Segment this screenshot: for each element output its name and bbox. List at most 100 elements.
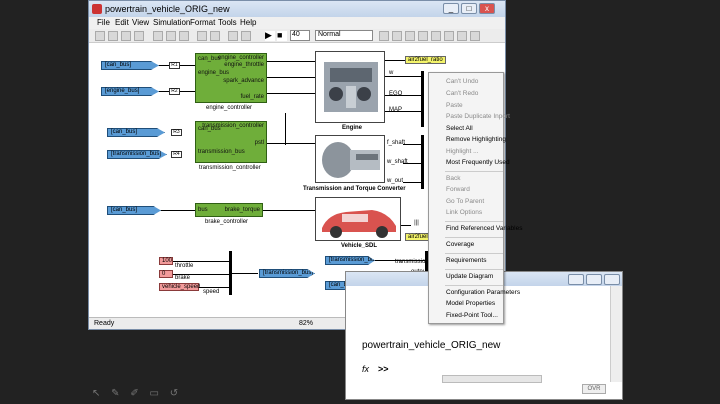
paste-icon[interactable] <box>179 31 189 41</box>
goto-tag-small[interactable]: ||| <box>411 220 422 228</box>
eraser-icon[interactable]: ▭ <box>150 388 159 399</box>
menu-configuration-parameters[interactable]: Configuration Parameters <box>446 289 520 296</box>
save-icon[interactable] <box>121 31 131 41</box>
library-icon[interactable] <box>228 31 238 41</box>
stateflow-icon[interactable] <box>444 31 454 41</box>
close-button[interactable]: x <box>479 3 495 14</box>
undo-annotation-icon[interactable]: ↺ <box>170 388 178 399</box>
menu-find-referenced-variables[interactable]: Find Referenced Variables <box>446 225 522 232</box>
build-icon[interactable] <box>379 31 389 41</box>
transmission-label: Transmission and Torque Converter <box>303 186 406 192</box>
cmd-vertical-scrollbar[interactable] <box>610 286 622 382</box>
goto-air2fuel[interactable]: air2fuel <box>405 233 431 241</box>
coverage-icon[interactable] <box>470 31 480 41</box>
engine-block[interactable] <box>315 51 385 123</box>
menu-update-diagram[interactable]: Update Diagram <box>446 273 493 280</box>
fx-icon[interactable]: fx <box>362 364 369 374</box>
annotation-toolbar: ↖ ✎ ✐ ▭ ↺ <box>92 388 186 399</box>
cmd-close-button[interactable] <box>604 274 620 285</box>
menu-view[interactable]: View <box>132 18 149 27</box>
transmission-controller-block[interactable]: can_bus transmission_bus transmission_co… <box>195 121 267 163</box>
cmd-maximize-button[interactable] <box>586 274 602 285</box>
from-transmission-bus[interactable]: [transmission_bus] <box>325 256 375 265</box>
trans-port-w-out: w_out <box>387 178 404 184</box>
menu-highlight: Highlight ... <box>446 148 479 155</box>
copy-icon[interactable] <box>166 31 176 41</box>
bus-selector-1[interactable]: R1 <box>169 62 180 69</box>
menu-requirements[interactable]: Requirements <box>446 257 486 264</box>
minimize-button[interactable]: _ <box>443 3 459 14</box>
menu-select-all[interactable]: Select All <box>446 125 473 132</box>
sim-mode-select[interactable]: Normal <box>315 30 373 41</box>
menu-remove-highlighting[interactable]: Remove Highlighting <box>446 136 506 143</box>
undo-icon[interactable] <box>197 31 207 41</box>
stop-time-input[interactable]: 40 <box>290 30 310 41</box>
stop-icon[interactable]: ■ <box>277 31 287 41</box>
menu-edit[interactable]: Edit <box>115 18 129 27</box>
cmd-horizontal-scrollbar[interactable] <box>442 375 542 383</box>
maximize-button[interactable]: □ <box>461 3 477 14</box>
inport-can-bus-2[interactable]: [can_bus] <box>107 128 165 137</box>
bus-creator-transmission[interactable] <box>421 135 424 189</box>
explorer-icon[interactable] <box>431 31 441 41</box>
transmission-block[interactable] <box>315 135 385 183</box>
open-icon[interactable] <box>108 31 118 41</box>
engine-controller-out3: spark_advance <box>223 78 264 84</box>
highlighter-icon[interactable]: ✐ <box>130 388 138 399</box>
new-icon[interactable] <box>95 31 105 41</box>
transmission-image <box>322 142 380 178</box>
redo-icon[interactable] <box>210 31 220 41</box>
menu-tools[interactable]: Tools <box>218 18 237 27</box>
vehicle-label: Vehicle_SDL <box>341 243 378 249</box>
inport-transmission-bus[interactable]: [transmission_bus] <box>107 150 167 159</box>
model-explorer-icon[interactable] <box>241 31 251 41</box>
cut-icon[interactable] <box>153 31 163 41</box>
constant-0[interactable]: 0 <box>159 270 173 278</box>
bus-selector-3[interactable]: R3 <box>171 129 182 136</box>
menu-simulation[interactable]: Simulation <box>153 18 190 27</box>
inport-can-bus-3[interactable]: [can_bus] <box>107 206 161 215</box>
arrow-icon[interactable]: ↖ <box>92 388 100 399</box>
menu-undo: Can't Undo <box>446 78 479 85</box>
menu-coverage[interactable]: Coverage <box>446 241 474 248</box>
inport-can-bus-1[interactable]: [can_bus] <box>101 61 159 70</box>
profile-icon[interactable] <box>457 31 467 41</box>
menu-most-frequently-used[interactable]: Most Frequently Used <box>446 159 510 166</box>
brake-controller-block[interactable]: bus brake_torque <box>195 203 263 217</box>
inport-engine-bus[interactable]: [engine_bus] <box>101 87 159 96</box>
bus-creator-engine[interactable] <box>421 71 424 127</box>
debug-icon[interactable] <box>405 31 415 41</box>
status-zoom: 82% <box>299 320 314 327</box>
vehicle-block[interactable] <box>315 197 401 241</box>
menu-format[interactable]: Format <box>190 18 215 27</box>
pen-icon[interactable]: ✎ <box>111 388 119 399</box>
constant-100[interactable]: 100 <box>159 257 173 265</box>
engine-controller-label: engine_controller <box>206 105 253 111</box>
toolbar: ▶ ■ 40 Normal <box>89 29 505 43</box>
bus-selector-2[interactable]: R2 <box>169 88 180 95</box>
from-vehicle-speed[interactable]: vehicle_speed <box>159 283 200 291</box>
print-icon[interactable] <box>134 31 144 41</box>
play-icon[interactable]: ▶ <box>265 31 275 41</box>
update-icon[interactable] <box>392 31 402 41</box>
window-title: powertrain_vehicle_ORIG_new <box>105 4 230 14</box>
menu-fixed-point-tool[interactable]: Fixed-Point Tool... <box>446 312 498 319</box>
menu-model-properties[interactable]: Model Properties <box>446 300 495 307</box>
goto-can-bus[interactable]: [transmission_bus] <box>259 269 315 278</box>
menu-help[interactable]: Help <box>240 18 256 27</box>
ovr-indicator: OVR <box>582 384 606 394</box>
engine-controller-block[interactable]: can_bus engine_bus engine_controller eng… <box>195 53 267 103</box>
menu-separator <box>445 221 503 222</box>
engine-label: Engine <box>342 125 363 131</box>
tc-out1: transmission_controller <box>202 123 264 129</box>
vehicle-image <box>322 210 396 238</box>
menu-file[interactable]: File <box>97 18 110 27</box>
engine-controller-in-engine-bus: engine_bus <box>198 70 230 76</box>
menu-link-options: Link Options <box>446 209 483 216</box>
bus-selector-4[interactable]: R4 <box>171 151 182 158</box>
scope-icon[interactable] <box>418 31 428 41</box>
goto-air2fuel-ratio[interactable]: air2fuel_ratio <box>405 56 446 64</box>
command-prompt[interactable]: >> <box>378 364 389 374</box>
cmd-minimize-button[interactable] <box>568 274 584 285</box>
brake-out-torque: brake_torque <box>224 207 260 213</box>
